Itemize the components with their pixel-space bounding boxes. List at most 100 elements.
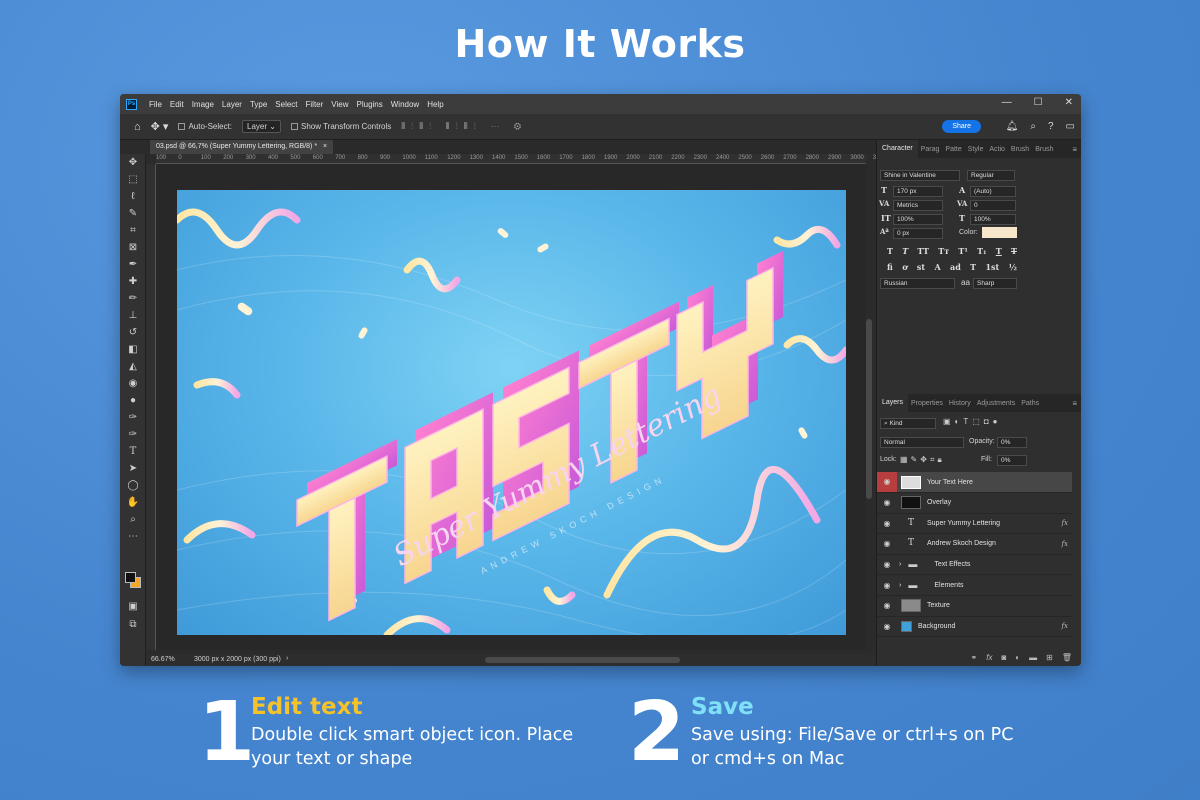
fractions-button[interactable]: ½ <box>1009 262 1017 272</box>
search-icon[interactable]: ⌕ <box>1030 121 1036 132</box>
close-icon[interactable]: ✕ <box>1065 97 1073 108</box>
ordinals-button[interactable]: ad <box>950 262 961 272</box>
font-size-field[interactable]: 170 px <box>893 186 943 197</box>
layer-row[interactable]: ◉ › ▬ Elements <box>877 575 1072 596</box>
visibility-eye-icon[interactable]: ◉ <box>877 519 897 528</box>
tab-patterns[interactable]: Patte <box>942 146 964 153</box>
tab-paths[interactable]: Paths <box>1018 400 1042 407</box>
shape-tool-icon[interactable]: ◯ <box>120 477 146 494</box>
stylistic-alternates-button[interactable]: st <box>917 262 925 272</box>
layer-effects-icon[interactable]: fx <box>1061 622 1068 630</box>
tab-properties[interactable]: Properties <box>908 400 946 407</box>
layers-menu-icon[interactable]: ≡ <box>1072 399 1077 408</box>
faux-italic-button[interactable]: T <box>902 246 908 256</box>
leading-field[interactable]: (Auto) <box>970 186 1016 197</box>
ordinals-button-2[interactable]: 1st <box>985 262 999 272</box>
vertical-scrollbar[interactable] <box>866 319 872 499</box>
close-tab-icon[interactable]: × <box>323 143 327 150</box>
layer-row[interactable]: ◉ Your Text Here <box>877 472 1072 493</box>
horizontal-scale-field[interactable]: 100% <box>970 214 1016 225</box>
auto-select-checkbox[interactable]: Auto-Select: <box>178 122 232 131</box>
zoom-tool-icon[interactable]: ⌕ <box>120 511 146 528</box>
menu-filter[interactable]: Filter <box>302 100 328 109</box>
visibility-eye-icon[interactable]: ◉ <box>877 622 897 631</box>
menu-select[interactable]: Select <box>271 100 301 109</box>
font-family-select[interactable]: Shine in Valentine <box>880 170 960 181</box>
minimize-icon[interactable]: — <box>1002 97 1012 108</box>
fill-field[interactable]: 0% <box>997 455 1027 466</box>
language-select[interactable]: Russian <box>880 278 955 289</box>
eyedropper-tool-icon[interactable]: ✒ <box>120 256 146 273</box>
layer-effects-icon[interactable]: fx <box>1061 519 1068 527</box>
auto-select-dropdown[interactable]: Layer ⌄ <box>242 120 281 133</box>
menu-type[interactable]: Type <box>246 100 271 109</box>
tab-layers[interactable]: Layers <box>877 394 909 412</box>
artwork-canvas[interactable]: Super Yummy Lettering ANDREW SKOCH DESIG… <box>177 190 846 635</box>
opacity-field[interactable]: 0% <box>997 437 1027 448</box>
move-tool-icon[interactable]: ✥ ▾ <box>151 120 169 133</box>
expand-chevron-icon[interactable]: › <box>899 561 901 568</box>
faux-bold-button[interactable]: T <box>887 246 893 256</box>
quick-mask-icon[interactable]: ▣ <box>120 598 146 615</box>
tab-brush[interactable]: Brush <box>1008 146 1032 153</box>
antialias-select[interactable]: Sharp <box>973 278 1017 289</box>
panel-menu-icon[interactable]: ≡ <box>1072 145 1077 154</box>
visibility-eye-icon[interactable]: ◉ <box>877 601 897 610</box>
visibility-eye-icon[interactable]: ◉ <box>877 560 897 569</box>
tab-character[interactable]: Character <box>877 140 918 158</box>
fx-icon[interactable]: fx <box>986 653 992 662</box>
crop-tool-icon[interactable]: ⌗ <box>120 222 146 239</box>
ligatures-button[interactable]: fi <box>887 262 893 272</box>
layer-row[interactable]: ◉ Background fx <box>877 616 1072 638</box>
marquee-tool-icon[interactable]: ⬚ <box>120 171 146 188</box>
layer-row[interactable]: ◉ T Super Yummy Lettering fx <box>877 513 1072 535</box>
tab-brush-settings[interactable]: Brush <box>1032 146 1056 153</box>
visibility-eye-icon[interactable]: ◉ <box>877 539 897 548</box>
stamp-tool-icon[interactable]: ⊥ <box>120 307 146 324</box>
tab-actions[interactable]: Actio <box>986 146 1008 153</box>
menu-image[interactable]: Image <box>188 100 218 109</box>
strikethrough-button[interactable]: T <box>1011 246 1017 256</box>
adjustment-icon[interactable]: ◐ <box>1015 653 1020 662</box>
type-tool-icon[interactable]: T <box>120 443 146 460</box>
bell-icon[interactable]: 🔔︎ <box>1006 121 1019 132</box>
visibility-eye-icon[interactable]: ◉ <box>877 498 897 507</box>
menu-edit[interactable]: Edit <box>166 100 188 109</box>
quick-select-tool-icon[interactable]: ✎ <box>120 205 146 222</box>
brush-tool-icon[interactable]: ✏ <box>120 290 146 307</box>
share-button[interactable]: Share <box>942 120 981 133</box>
font-style-select[interactable]: Regular <box>967 170 1015 181</box>
canvas-area[interactable]: Super Yummy Lettering ANDREW SKOCH DESIG… <box>156 164 866 650</box>
tab-styles[interactable]: Style <box>965 146 987 153</box>
layer-filter-icons[interactable]: ▣◐T⬚◘● <box>943 417 1002 426</box>
small-caps-button[interactable]: Tт <box>938 246 949 256</box>
document-tab[interactable]: 03.psd @ 66,7% (Super Yummy Lettering, R… <box>150 140 334 154</box>
mask-icon[interactable]: ◙ <box>1001 653 1006 662</box>
baseline-shift-field[interactable]: 0 px <box>893 228 943 239</box>
layer-row[interactable]: ◉ › ▬ Text Effects <box>877 554 1072 576</box>
layer-row[interactable]: ◉ T Andrew Skoch Design fx <box>877 534 1072 555</box>
old-style-button[interactable]: ơ <box>902 262 907 272</box>
visibility-eye-icon[interactable]: ◉ <box>877 581 897 590</box>
kerning-field[interactable]: Metrics <box>893 200 943 211</box>
dodge-tool-icon[interactable]: ● <box>120 392 146 409</box>
underline-button[interactable]: T <box>996 246 1002 256</box>
menu-window[interactable]: Window <box>387 100 423 109</box>
healing-tool-icon[interactable]: ✚ <box>120 273 146 290</box>
blur-tool-icon[interactable]: ◉ <box>120 375 146 392</box>
path-select-icon[interactable]: ➤ <box>120 460 146 477</box>
paint-bucket-icon[interactable]: ◭ <box>120 358 146 375</box>
menu-help[interactable]: Help <box>423 100 447 109</box>
history-brush-icon[interactable]: ↺ <box>120 324 146 341</box>
tab-history[interactable]: History <box>946 400 974 407</box>
blend-mode-select[interactable]: Normal <box>880 437 964 448</box>
screen-mode-icon[interactable]: ⧉ <box>120 616 146 633</box>
pen-tool-icon[interactable]: ✑ <box>120 409 146 426</box>
new-layer-icon[interactable]: ⊞ <box>1046 653 1053 662</box>
align-icons[interactable]: ⫴⫶⫴⫶ ⫴⫶⫴⫶ ⋯ ⚙ <box>401 121 527 132</box>
zoom-level[interactable]: 66.67% <box>151 656 175 663</box>
link-layers-icon[interactable]: ⚭ <box>971 653 978 662</box>
move-tool-icon[interactable]: ✥ <box>120 154 146 171</box>
layer-filter-select[interactable]: ⌕ Kind <box>880 418 936 429</box>
status-arrow-icon[interactable]: › <box>286 655 288 662</box>
